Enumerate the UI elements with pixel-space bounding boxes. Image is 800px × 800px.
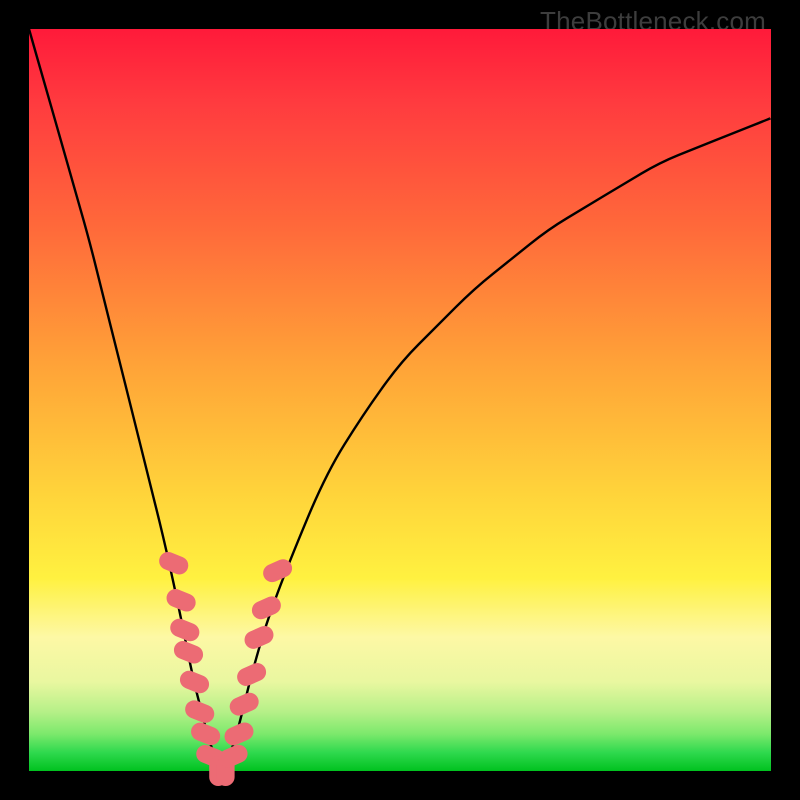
marker-point: [177, 668, 212, 696]
marker-point: [171, 638, 206, 666]
marker-point: [164, 586, 199, 614]
marker-point: [156, 549, 191, 577]
chart-frame: TheBottleneck.com: [0, 0, 800, 800]
curve-layer: [29, 29, 771, 771]
marker-point: [227, 690, 262, 719]
highlighted-points: [156, 549, 295, 786]
bottleneck-curve: [29, 29, 771, 767]
marker-point: [234, 660, 269, 689]
marker-point: [249, 593, 284, 622]
plot-area: [29, 29, 771, 771]
